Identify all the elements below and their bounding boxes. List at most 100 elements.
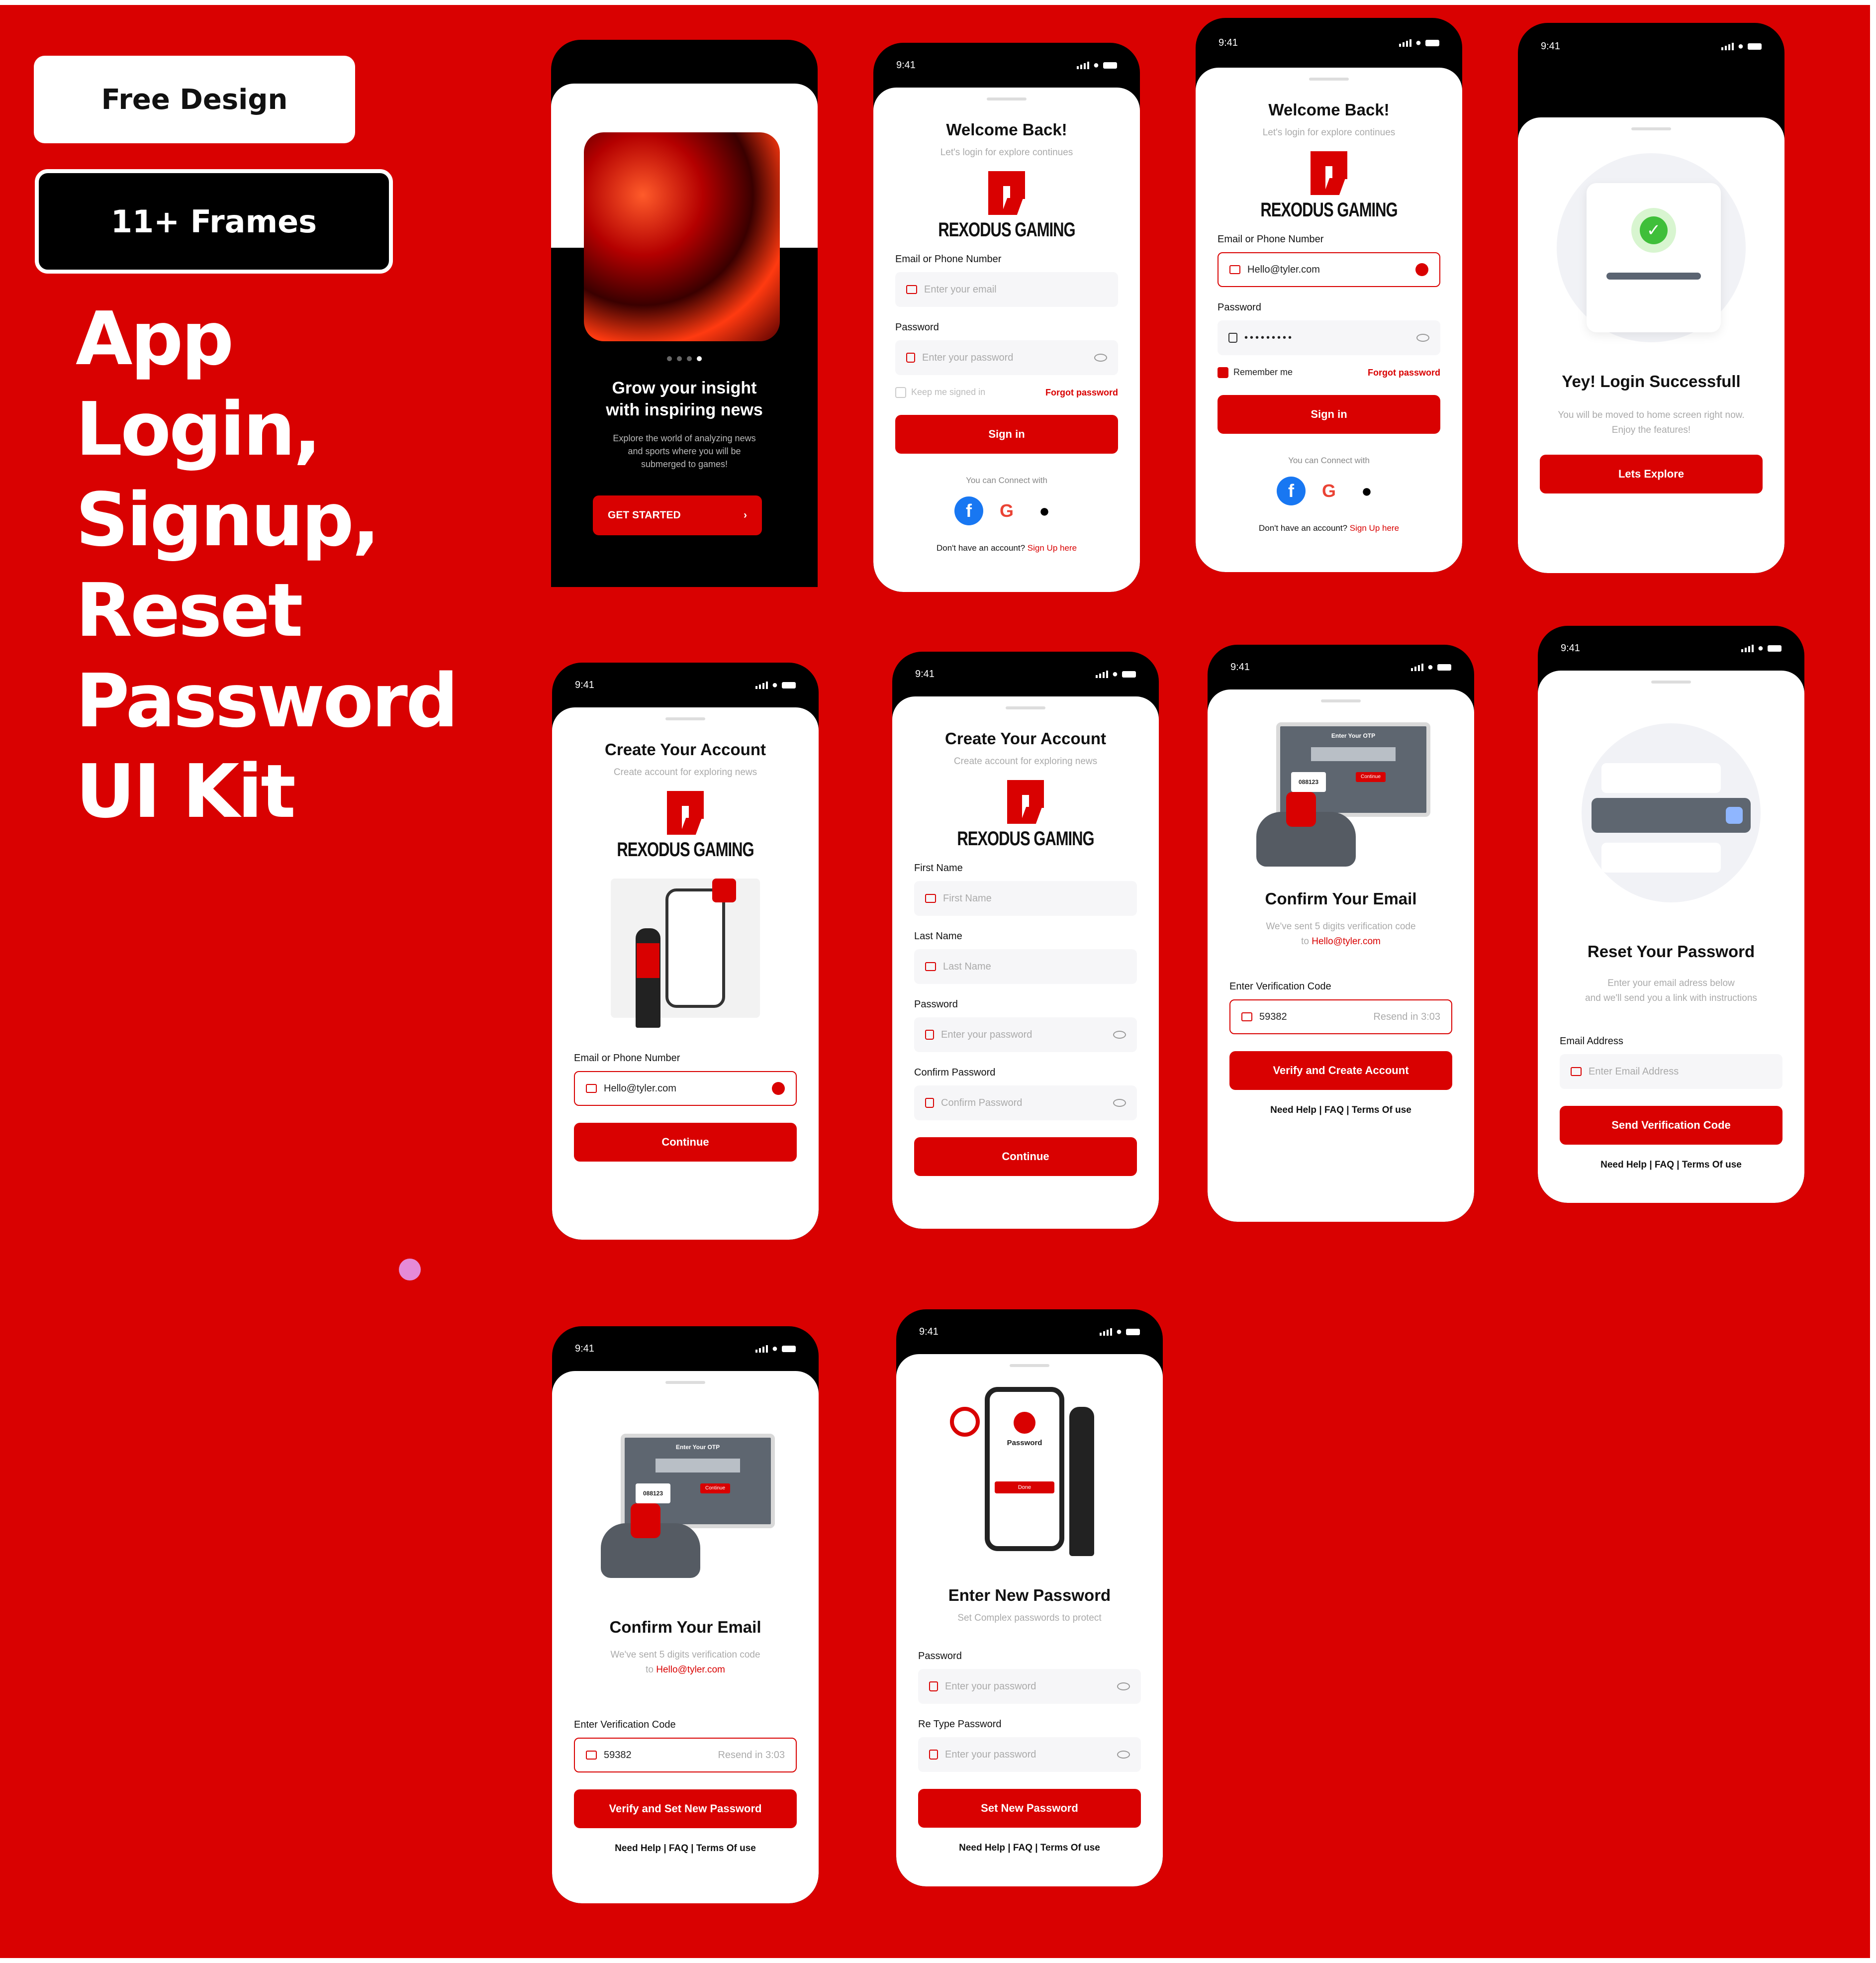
phone-reset-password: 9:41 ● Reset Your Password Enter your ema… bbox=[1538, 626, 1804, 1203]
lock-icon bbox=[1228, 333, 1237, 343]
grab-handle bbox=[1010, 1364, 1049, 1367]
status-icons: ● bbox=[1741, 643, 1782, 654]
wifi-icon: ● bbox=[1427, 661, 1433, 673]
verification-code-input[interactable]: 59382 Resend in 3:03 bbox=[1229, 999, 1452, 1034]
forgot-password-link[interactable]: Forgot password bbox=[1368, 368, 1440, 378]
eye-off-icon[interactable] bbox=[1113, 1031, 1126, 1039]
retype-password-input[interactable]: Enter your password bbox=[918, 1737, 1141, 1772]
email-input[interactable]: Hello@tyler.com bbox=[574, 1071, 797, 1106]
send-verification-code-button[interactable]: Send Verification Code bbox=[1560, 1106, 1782, 1145]
password-placeholder: Enter your password bbox=[941, 1029, 1032, 1040]
mail-icon bbox=[1571, 1067, 1582, 1076]
checkbox-checked-icon bbox=[1218, 367, 1228, 379]
resend-timer[interactable]: Resend in 3:03 bbox=[1373, 1011, 1440, 1023]
grab-handle bbox=[1651, 681, 1691, 684]
social-login: f G ● bbox=[895, 496, 1118, 526]
mail-icon bbox=[1241, 1012, 1252, 1021]
hero-title: App Login, Signup, Reset Password UI Kit bbox=[76, 294, 459, 837]
signal-icon bbox=[1095, 670, 1108, 678]
eye-off-icon[interactable] bbox=[1117, 1751, 1130, 1759]
success-line: You will be moved to home screen right n… bbox=[1558, 410, 1745, 420]
hero-line: Reset bbox=[76, 568, 303, 653]
first-name-input[interactable]: First Name bbox=[914, 881, 1137, 916]
facebook-icon[interactable]: f bbox=[1277, 477, 1306, 506]
help-footer-links[interactable]: Need Help | FAQ | Terms Of use bbox=[574, 1843, 797, 1854]
continue-button[interactable]: Continue bbox=[914, 1137, 1137, 1176]
confirm-password-input[interactable]: Confirm Password bbox=[914, 1085, 1137, 1120]
confirm-title: Confirm Your Email bbox=[609, 1618, 761, 1636]
email-address-input[interactable]: Enter Email Address bbox=[1560, 1054, 1782, 1089]
lets-explore-button[interactable]: Lets Explore bbox=[1540, 455, 1763, 493]
mail-icon bbox=[586, 1084, 597, 1093]
hero-line: Login, bbox=[76, 387, 321, 472]
signal-icon bbox=[1076, 61, 1089, 69]
help-footer-links[interactable]: Need Help | FAQ | Terms Of use bbox=[1560, 1160, 1782, 1171]
apple-icon[interactable]: ● bbox=[1352, 477, 1381, 505]
hero-line: App bbox=[76, 296, 234, 382]
login-title: Welcome Back! bbox=[1268, 100, 1390, 119]
email-input[interactable]: Enter your email bbox=[895, 272, 1118, 307]
signal-icon bbox=[1099, 1328, 1112, 1336]
password-label: Password bbox=[918, 1651, 962, 1662]
status-time: 9:41 bbox=[1541, 41, 1560, 52]
apple-icon[interactable]: ● bbox=[1030, 496, 1059, 525]
sign-in-button[interactable]: Sign in bbox=[1218, 395, 1440, 434]
verify-set-password-button[interactable]: Verify and Set New Password bbox=[574, 1789, 797, 1828]
create-subtitle: Create account for exploring news bbox=[953, 756, 1098, 767]
wifi-icon: ● bbox=[771, 1343, 778, 1354]
sign-up-link[interactable]: Sign Up here bbox=[1350, 523, 1399, 533]
hero-line: Signup, bbox=[76, 477, 380, 563]
confirm-email-link[interactable]: Hello@tyler.com bbox=[1312, 936, 1381, 947]
password-input[interactable]: ••••••••• bbox=[1218, 320, 1440, 355]
phone-create-account: 9:41 ● Create Your Account Create account… bbox=[552, 663, 819, 1240]
social-login: f G ● bbox=[1218, 477, 1440, 506]
password-input[interactable]: Enter your password bbox=[918, 1669, 1141, 1704]
grab-handle bbox=[987, 98, 1027, 100]
google-icon[interactable]: G bbox=[1314, 477, 1343, 505]
resend-timer[interactable]: Resend in 3:03 bbox=[718, 1750, 785, 1761]
get-started-button[interactable]: GET STARTED › bbox=[593, 495, 762, 535]
continue-button[interactable]: Continue bbox=[574, 1123, 797, 1162]
google-icon[interactable]: G bbox=[992, 496, 1021, 525]
otp-continue-button: Continue bbox=[1356, 772, 1386, 782]
status-time: 9:41 bbox=[1561, 642, 1580, 654]
brand-name: REXODUS GAMING bbox=[617, 838, 754, 861]
help-footer-links[interactable]: Need Help | FAQ | Terms Of use bbox=[1229, 1105, 1452, 1116]
status-icons: ● bbox=[1095, 669, 1136, 680]
facebook-icon[interactable]: f bbox=[954, 496, 983, 526]
confirm-message: We've sent 5 digits verification code to … bbox=[574, 1648, 797, 1677]
brand-name: REXODUS GAMING bbox=[938, 218, 1075, 241]
email-input[interactable]: Hello@tyler.com bbox=[1218, 252, 1440, 287]
password-input[interactable]: Enter your password bbox=[895, 340, 1118, 375]
email-label: Email or Phone Number bbox=[895, 254, 1002, 265]
otp-illustration: Enter Your OTP Continue 088123 bbox=[1236, 722, 1445, 872]
verify-create-account-button[interactable]: Verify and Create Account bbox=[1229, 1051, 1452, 1090]
eye-off-icon[interactable] bbox=[1094, 354, 1107, 362]
confirm-to: to bbox=[646, 1665, 654, 1675]
eye-off-icon[interactable] bbox=[1113, 1099, 1126, 1107]
remember-me-checkbox[interactable]: Remember me bbox=[1218, 367, 1293, 379]
password-input[interactable]: Enter your password bbox=[914, 1017, 1137, 1052]
eye-off-icon[interactable] bbox=[1416, 334, 1429, 342]
success-illustration: ✓ bbox=[1557, 153, 1746, 342]
eye-off-icon[interactable] bbox=[1117, 1682, 1130, 1690]
last-name-placeholder: Last Name bbox=[943, 961, 991, 972]
confirm-email-link[interactable]: Hello@tyler.com bbox=[656, 1665, 725, 1675]
sign-up-link[interactable]: Sign Up here bbox=[1028, 543, 1077, 553]
brand-name: REXODUS GAMING bbox=[957, 827, 1094, 850]
status-time: 9:41 bbox=[1219, 37, 1238, 48]
onboarding-art-image bbox=[584, 132, 780, 341]
help-footer-links[interactable]: Need Help | FAQ | Terms Of use bbox=[918, 1843, 1141, 1854]
forgot-password-link[interactable]: Forgot password bbox=[1045, 388, 1118, 398]
success-line: Enjoy the features! bbox=[1611, 425, 1691, 435]
sign-in-button[interactable]: Sign in bbox=[895, 415, 1118, 454]
wifi-icon: ● bbox=[1116, 1326, 1122, 1337]
otp-code-card: 088123 bbox=[636, 1483, 670, 1503]
wifi-icon: ● bbox=[1093, 59, 1099, 71]
lock-icon bbox=[929, 1750, 938, 1760]
email-placeholder: Enter your email bbox=[924, 284, 997, 295]
last-name-input[interactable]: Last Name bbox=[914, 949, 1137, 984]
set-new-password-button[interactable]: Set New Password bbox=[918, 1789, 1141, 1828]
keep-signed-in-checkbox[interactable]: Keep me signed in bbox=[895, 387, 985, 398]
verification-code-input[interactable]: 59382 Resend in 3:03 bbox=[574, 1738, 797, 1772]
